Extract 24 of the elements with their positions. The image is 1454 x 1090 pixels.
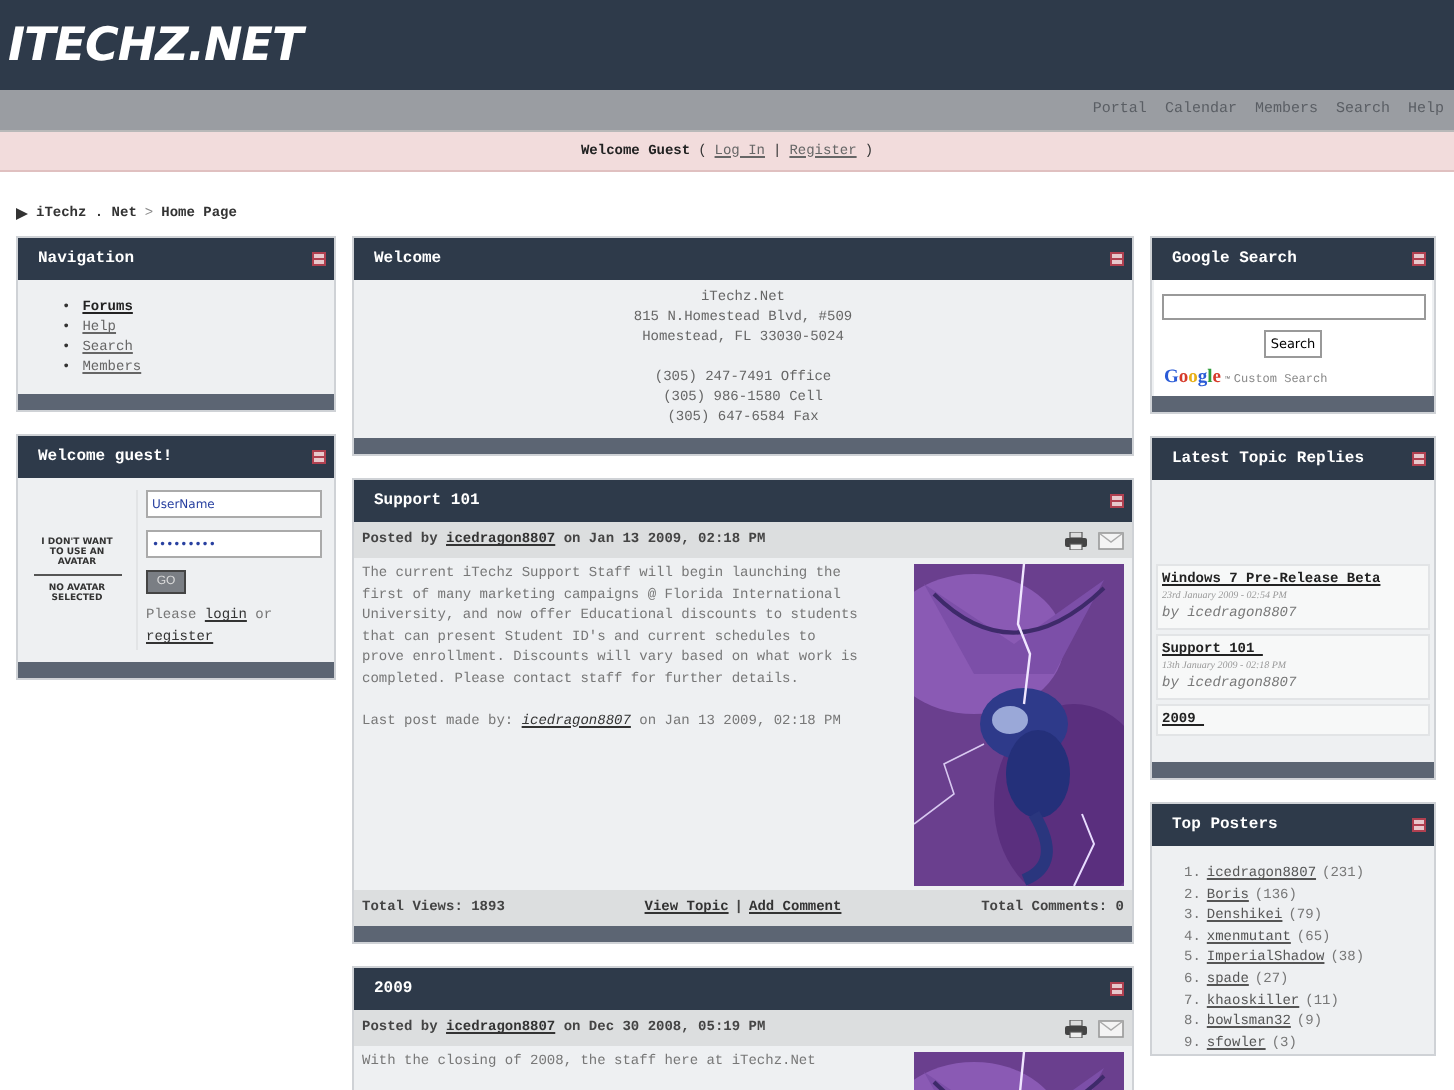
minimize-button[interactable] — [1412, 818, 1426, 832]
minimize-button[interactable] — [1110, 494, 1124, 508]
minimize-button[interactable] — [1110, 252, 1124, 266]
panel-title: Top Posters — [1172, 816, 1278, 834]
minimize-button[interactable] — [1412, 452, 1426, 466]
panel-title: Support 101 — [374, 492, 480, 510]
search-field[interactable] — [1161, 294, 1425, 320]
google-logo: Google — [1164, 368, 1221, 388]
minimize-button[interactable] — [1110, 982, 1124, 996]
email-icon[interactable] — [1098, 531, 1124, 549]
email-icon[interactable] — [1098, 1019, 1124, 1037]
panel-title: Welcome guest! — [38, 448, 173, 466]
print-icon[interactable] — [1064, 531, 1088, 549]
arrow-icon — [16, 208, 28, 220]
panel-title: 2009 — [374, 980, 413, 998]
panel-title: Google Search — [1172, 250, 1297, 268]
panel-title: Latest Topic Replies — [1172, 450, 1365, 468]
site-logo[interactable]: ITECHZ.NET — [8, 19, 303, 71]
print-icon[interactable] — [1064, 1019, 1088, 1037]
panel-title: Navigation — [38, 250, 135, 268]
minimize-button[interactable] — [312, 252, 326, 266]
panel-title: Welcome — [374, 250, 442, 268]
minimize-button[interactable] — [312, 450, 326, 464]
minimize-button[interactable] — [1412, 252, 1426, 266]
